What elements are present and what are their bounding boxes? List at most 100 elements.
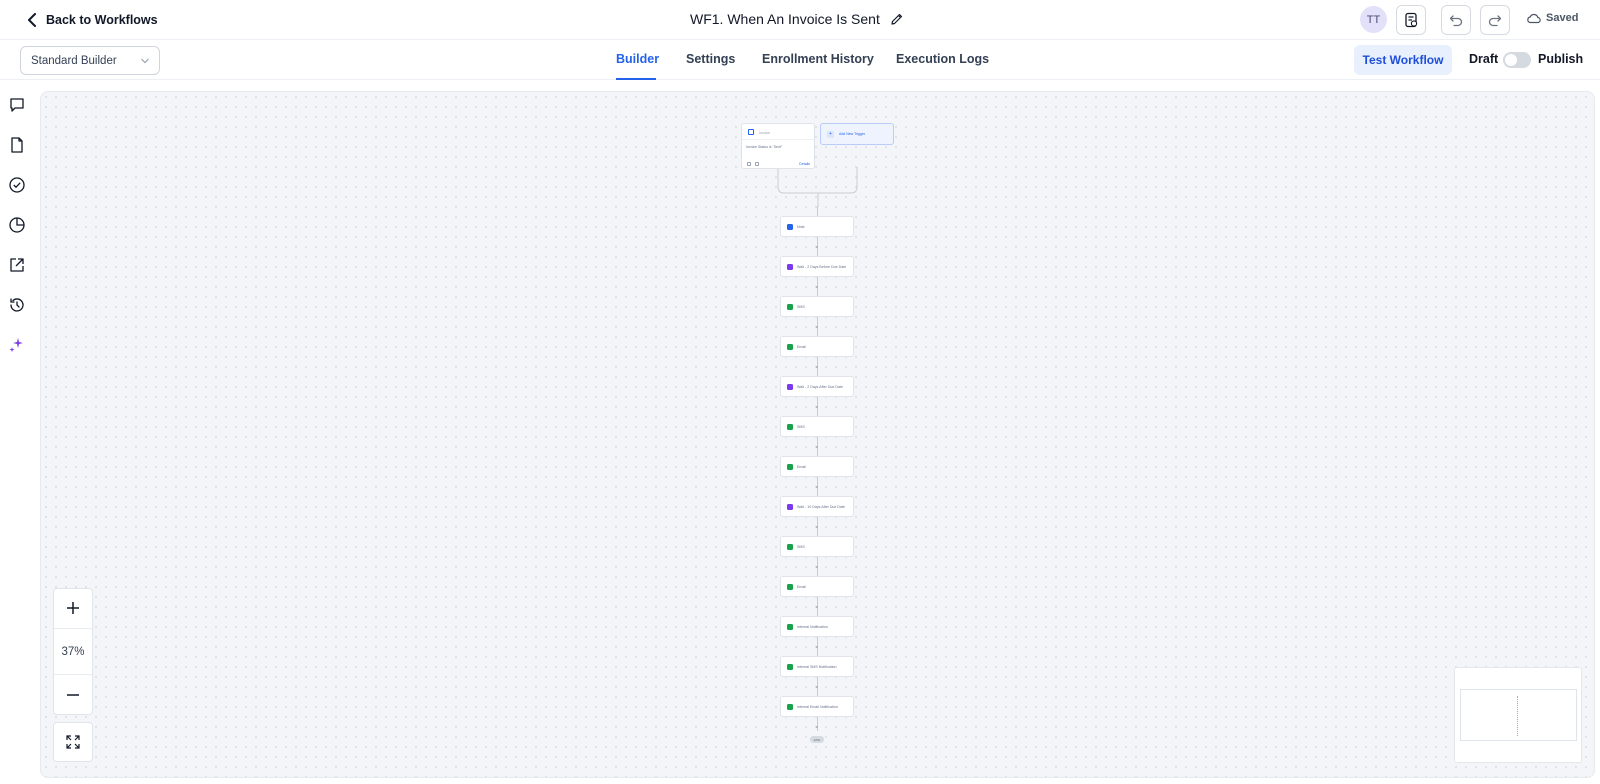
trigger-filter: Invoice Status is "Sent"	[746, 145, 783, 149]
comments-icon[interactable]	[8, 96, 26, 114]
step-icon	[787, 383, 793, 390]
zoom-out-button[interactable]	[54, 676, 92, 714]
step-label: Email	[797, 584, 806, 589]
builder-mode-select[interactable]: Standard Builder	[20, 46, 160, 75]
saved-label: Saved	[1546, 12, 1579, 24]
avatar[interactable]: TT	[1360, 6, 1387, 33]
active-tab-indicator	[616, 78, 656, 80]
workflow-step-node[interactable]: Internal Email Notification	[780, 696, 854, 717]
plus-icon: +	[827, 130, 834, 138]
copy-icon[interactable]	[747, 162, 751, 166]
step-icon	[787, 423, 793, 430]
back-to-workflows-link[interactable]: Back to Workflows	[26, 10, 158, 30]
undo-button[interactable]	[1441, 5, 1471, 35]
tab-execution-logs[interactable]: Execution Logs	[896, 52, 989, 66]
step-label: Wait - 2 Days After Due Date	[797, 384, 844, 389]
add-step-dot[interactable]	[816, 286, 818, 288]
step-icon	[787, 543, 793, 550]
tab-builder[interactable]: Builder	[616, 52, 659, 66]
workflow-title[interactable]: WF1. When An Invoice Is Sent	[690, 9, 904, 29]
workflow-step-node[interactable]: Wait - 10 Days After Due Date	[780, 496, 854, 517]
step-label: Note	[797, 224, 805, 229]
minimap[interactable]	[1454, 667, 1582, 763]
redo-icon	[1488, 15, 1502, 27]
sparkles-icon[interactable]	[8, 336, 26, 354]
step-label: SMS	[797, 544, 805, 549]
workflow-title-text: WF1. When An Invoice Is Sent	[690, 11, 880, 27]
tab-settings[interactable]: Settings	[686, 52, 735, 66]
document-icon[interactable]	[8, 136, 26, 154]
publish-label: Publish	[1538, 52, 1584, 66]
saved-status: Saved	[1526, 12, 1578, 24]
step-icon	[787, 463, 793, 470]
workflow-step-node[interactable]: Email	[780, 336, 854, 357]
add-step-dot[interactable]	[816, 406, 818, 408]
add-step-dot[interactable]	[816, 366, 818, 368]
add-step-dot[interactable]	[816, 446, 818, 448]
step-label: SMS	[797, 304, 805, 309]
workflow-step-node[interactable]: SMS	[780, 296, 854, 317]
add-step-dot[interactable]	[816, 686, 818, 688]
add-step-dot[interactable]	[816, 566, 818, 568]
step-icon	[787, 503, 793, 510]
external-link-icon[interactable]	[8, 256, 26, 274]
add-step-dot[interactable]	[816, 326, 818, 328]
trash-icon[interactable]	[755, 162, 759, 166]
step-label: Email	[797, 464, 806, 469]
add-step-dot[interactable]	[816, 606, 818, 608]
step-label: Internal Notification	[797, 624, 828, 629]
check-circle-icon[interactable]	[8, 176, 26, 194]
toggle-knob	[1505, 54, 1517, 66]
end-marker: END	[810, 736, 824, 743]
undo-icon	[1449, 15, 1463, 27]
history-icon[interactable]	[8, 296, 26, 314]
workflow-step-node[interactable]: SMS	[780, 416, 854, 437]
publish-toggle[interactable]	[1503, 52, 1531, 68]
step-icon	[787, 623, 793, 630]
document-check-icon	[1405, 12, 1418, 28]
trigger-details-link[interactable]: Details	[799, 162, 810, 166]
workflow-step-node[interactable]: SMS	[780, 536, 854, 557]
add-step-dot[interactable]	[816, 526, 818, 528]
chevron-down-icon	[141, 58, 149, 64]
workflow-step-node[interactable]: Note	[780, 216, 854, 237]
zoom-controls: 37%	[53, 588, 93, 715]
trigger-node[interactable]: Invoice Invoice Status is "Sent" Details	[741, 123, 815, 169]
expand-icon	[66, 735, 80, 749]
pencil-icon[interactable]	[890, 12, 904, 26]
pie-chart-icon[interactable]	[8, 216, 26, 234]
step-label: Internal Email Notification	[797, 704, 838, 709]
step-label: Wait - 2 Days Before Due Date	[797, 264, 847, 269]
builder-toolbar: Standard Builder Builder Settings Enroll…	[0, 40, 1600, 80]
workflow-logs-button[interactable]	[1396, 5, 1426, 35]
workflow-step-node[interactable]: Wait - 2 Days After Due Date	[780, 376, 854, 397]
add-step-dot[interactable]	[816, 246, 818, 248]
add-step-dot[interactable]	[816, 486, 818, 488]
trigger-connectors	[777, 167, 858, 207]
step-icon	[787, 663, 793, 670]
connector	[817, 206, 818, 216]
tab-enrollment-history[interactable]: Enrollment History	[762, 52, 874, 66]
minimap-flow	[1517, 696, 1519, 736]
step-label: Email	[797, 344, 806, 349]
redo-button[interactable]	[1480, 5, 1510, 35]
add-trigger-label: Add New Trigger	[839, 132, 866, 136]
add-new-trigger-button[interactable]: + Add New Trigger	[820, 123, 894, 145]
test-workflow-button[interactable]: Test Workflow	[1354, 45, 1452, 75]
step-icon	[787, 343, 793, 350]
workflow-step-node[interactable]: Email	[780, 456, 854, 477]
draft-label: Draft	[1469, 52, 1499, 66]
zoom-level: 37%	[54, 628, 92, 675]
workflow-step-node[interactable]: Internal Notification	[780, 616, 854, 637]
step-icon	[787, 263, 793, 270]
workflow-step-node[interactable]: Email	[780, 576, 854, 597]
add-step-dot[interactable]	[816, 726, 818, 728]
zoom-in-button[interactable]	[54, 589, 92, 627]
trigger-label: Invoice	[759, 131, 771, 135]
fit-to-screen-button[interactable]	[53, 722, 93, 762]
minus-icon	[67, 694, 79, 696]
workflow-step-node[interactable]: Internal SMS Notification	[780, 656, 854, 677]
add-step-dot[interactable]	[816, 646, 818, 648]
workflow-step-node[interactable]: Wait - 2 Days Before Due Date	[780, 256, 854, 277]
plus-icon	[67, 602, 79, 614]
